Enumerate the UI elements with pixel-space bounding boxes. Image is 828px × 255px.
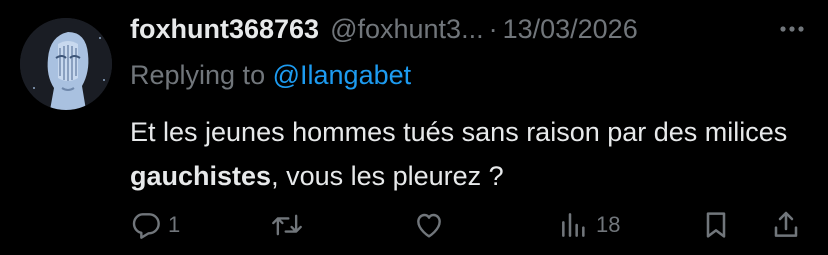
tweet-text: Et les jeunes hommes tués sans raison pa…	[130, 110, 810, 198]
action-bar: 1 18	[130, 205, 828, 245]
retweet-button[interactable]	[270, 205, 310, 245]
reply-button[interactable]: 1	[130, 205, 180, 245]
replying-label: Replying to	[130, 60, 266, 90]
views-chart-icon	[562, 213, 585, 237]
views-count: 18	[596, 212, 621, 237]
avatar-image	[20, 18, 112, 110]
tweet-text-part1: Et les jeunes hommes tués sans raison pa…	[130, 117, 788, 147]
views-button[interactable]: 18	[558, 205, 620, 245]
user-handle[interactable]: @foxhunt3...	[330, 10, 484, 48]
replying-to: Replying to @Ilangabet	[130, 56, 411, 94]
tweet-date[interactable]: 13/03/2026	[503, 10, 638, 48]
bookmark-icon	[706, 212, 726, 238]
like-button[interactable]	[413, 205, 451, 245]
display-name[interactable]: foxhunt368763	[130, 10, 319, 48]
retweet-icon	[272, 214, 302, 236]
tweet-header: foxhunt368763 @foxhunt3... · 13/03/2026	[130, 10, 818, 48]
ellipsis-icon	[780, 26, 804, 32]
more-options-button[interactable]	[776, 13, 808, 45]
share-button[interactable]	[770, 205, 802, 245]
avatar[interactable]	[20, 18, 112, 110]
reply-count: 1	[168, 212, 181, 237]
replying-mention-link[interactable]: @Ilangabet	[273, 60, 412, 90]
separator-dot: ·	[488, 14, 498, 44]
tweet-text-part2: , vous les pleurez ?	[271, 161, 504, 191]
share-icon	[774, 211, 798, 237]
bookmark-button[interactable]	[700, 205, 732, 245]
tweet-text-bold: gauchistes	[130, 161, 272, 191]
reply-icon	[132, 213, 160, 239]
heart-icon	[417, 213, 441, 238]
